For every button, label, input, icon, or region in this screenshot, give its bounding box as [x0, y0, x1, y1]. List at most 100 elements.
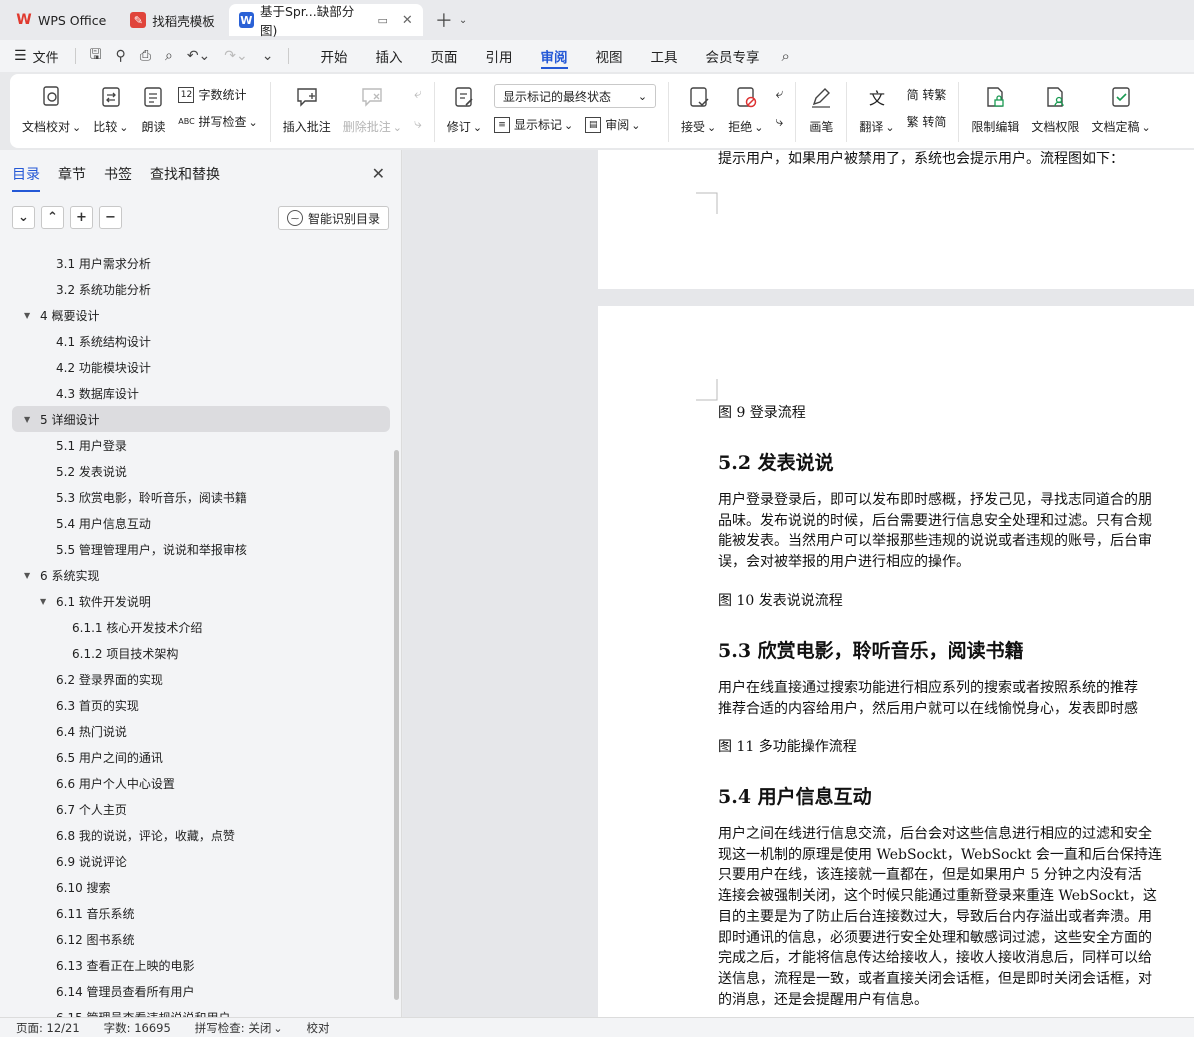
- redo-icon[interactable]: ↷⌄: [224, 48, 247, 64]
- word-count-icon: 12: [178, 86, 195, 103]
- translate-button[interactable]: 文 翻译: [853, 82, 900, 135]
- reject-button[interactable]: 拒绝: [722, 82, 769, 135]
- markup-state-select[interactable]: 显示标记的最终状态 ⌄: [494, 84, 657, 108]
- toc-item[interactable]: ▼ 4 概要设计: [12, 302, 390, 328]
- menu-review[interactable]: 审阅: [527, 40, 582, 72]
- expand-arrow-icon[interactable]: ▼: [24, 311, 34, 320]
- spell-check-button[interactable]: ABC 拼写检查: [178, 113, 257, 130]
- next-comment-icon[interactable]: ⤷: [414, 116, 422, 132]
- page-indicator[interactable]: 页面: 12/21: [16, 1020, 80, 1036]
- menu-start[interactable]: 开始: [307, 40, 362, 72]
- toc-item[interactable]: 4.2 功能模块设计: [12, 354, 390, 380]
- expand-arrow-icon[interactable]: ▼: [40, 597, 50, 606]
- toc-item[interactable]: 5.5 管理管理用户，说说和举报审核: [12, 536, 390, 562]
- compare-button[interactable]: 比较: [87, 82, 134, 135]
- translate-label: 翻译: [859, 118, 894, 135]
- toc-item[interactable]: 6.5 用户之间的通讯: [12, 744, 390, 770]
- toc-item[interactable]: ▼ 6 系统实现: [12, 562, 390, 588]
- close-icon[interactable]: ✕: [372, 164, 385, 183]
- toc-item[interactable]: 6.2 登录界面的实现: [12, 666, 390, 692]
- show-markup-button[interactable]: ≡ 显示标记: [494, 116, 573, 133]
- proofing-status[interactable]: 校对: [307, 1020, 330, 1036]
- toc-item[interactable]: ▼ 5 详细设计: [12, 406, 390, 432]
- toc-item[interactable]: 3.2 系统功能分析: [12, 276, 390, 302]
- toc-item[interactable]: 5.3 欣赏电影，聆听音乐，阅读书籍: [12, 484, 390, 510]
- accept-button[interactable]: 接受: [675, 82, 722, 135]
- restore-icon[interactable]: ▭: [378, 14, 388, 27]
- toc-item[interactable]: 3.1 用户需求分析: [12, 250, 390, 276]
- delete-comment-button[interactable]: 删除批注: [337, 82, 408, 135]
- expand-arrow-icon[interactable]: ▼: [24, 415, 34, 424]
- toc-item[interactable]: 6.6 用户个人中心设置: [12, 770, 390, 796]
- new-tab-button[interactable]: ＋ ⌄: [435, 7, 467, 33]
- tab-chapters[interactable]: 章节: [58, 164, 86, 192]
- docer-logo-icon: ✎: [130, 12, 147, 28]
- previous-comment-icon[interactable]: ⤶: [414, 86, 422, 102]
- undo-icon[interactable]: ↶⌄: [187, 48, 210, 64]
- save-icon[interactable]: 🖫: [90, 44, 102, 68]
- toc-item[interactable]: 5.2 发表说说: [12, 458, 390, 484]
- toc-item[interactable]: 6.1.2 项目技术架构: [12, 640, 390, 666]
- previous-change-icon[interactable]: ⤶: [776, 86, 784, 102]
- toc-item[interactable]: 6.8 我的说说，评论，收藏，点赞: [12, 822, 390, 848]
- toc-item[interactable]: 4.1 系统结构设计: [12, 328, 390, 354]
- expand-down-icon[interactable]: ⌄: [12, 206, 35, 229]
- doc-finalize-button[interactable]: 文档定稿: [1085, 82, 1156, 135]
- share-icon[interactable]: ⚲: [116, 48, 126, 64]
- word-count-button[interactable]: 12 字数统计: [178, 86, 257, 103]
- toc-item[interactable]: 6.11 音乐系统: [12, 900, 390, 926]
- toc-item[interactable]: ▼ 6.1 软件开发说明: [12, 588, 390, 614]
- to-simplified-button[interactable]: 繁 转简: [907, 113, 947, 130]
- read-aloud-button[interactable]: 朗读: [134, 82, 172, 135]
- menu-tools[interactable]: 工具: [637, 40, 692, 72]
- menu-member[interactable]: 会员专享: [692, 40, 774, 72]
- restrict-edit-button[interactable]: 限制编辑: [965, 82, 1025, 135]
- insert-comment-button[interactable]: 插入批注: [277, 82, 337, 135]
- menu-page[interactable]: 页面: [417, 40, 472, 72]
- doc-check-button[interactable]: 文档校对: [16, 82, 87, 135]
- add-icon[interactable]: +: [70, 206, 93, 229]
- file-menu-label: 文件: [32, 50, 59, 66]
- menu-reference[interactable]: 引用: [472, 40, 527, 72]
- toc-item[interactable]: 5.1 用户登录: [12, 432, 390, 458]
- tab-document[interactable]: W 基于Spr...缺部分图) ▭ ✕: [228, 4, 423, 38]
- spell-check-status[interactable]: 拼写检查: 关闭: [195, 1020, 283, 1036]
- tab-bookmarks[interactable]: 书签: [104, 164, 132, 192]
- toc-item[interactable]: 6.1.1 核心开发技术介绍: [12, 614, 390, 640]
- doc-permission-button[interactable]: 文档权限: [1025, 82, 1085, 135]
- toc-item[interactable]: 6.10 搜索: [12, 874, 390, 900]
- expand-arrow-icon[interactable]: ▼: [24, 571, 34, 580]
- toc-item[interactable]: 6.4 热门说说: [12, 718, 390, 744]
- tab-template[interactable]: ✎ 找稻壳模板: [120, 4, 225, 36]
- print-icon[interactable]: ⎙: [140, 48, 151, 64]
- track-changes-button[interactable]: 修订: [441, 82, 488, 135]
- toc-item[interactable]: 5.4 用户信息互动: [12, 510, 390, 536]
- pen-button[interactable]: 画笔: [802, 82, 840, 135]
- sidebar-scrollbar[interactable]: [394, 450, 399, 1000]
- tab-toc[interactable]: 目录: [12, 164, 40, 192]
- toc-item[interactable]: 6.13 查看正在上映的电影: [12, 952, 390, 978]
- toc-item[interactable]: 4.3 数据库设计: [12, 380, 390, 406]
- toc-item[interactable]: 6.12 图书系统: [12, 926, 390, 952]
- menu-insert[interactable]: 插入: [362, 40, 417, 72]
- to-traditional-button[interactable]: 简 转繁: [907, 86, 947, 103]
- tab-find-replace[interactable]: 查找和替换: [150, 164, 220, 192]
- next-change-icon[interactable]: ⤷: [776, 114, 784, 130]
- print-preview-icon[interactable]: ⌕: [165, 48, 173, 64]
- toc-item[interactable]: 6.14 管理员查看所有用户: [12, 978, 390, 1004]
- toc-item[interactable]: 6.9 说说评论: [12, 848, 390, 874]
- word-count-indicator[interactable]: 字数: 16695: [104, 1020, 171, 1036]
- file-menu[interactable]: ☰ 文件: [14, 47, 59, 66]
- close-tab-icon[interactable]: ✕: [402, 13, 413, 28]
- more-icon[interactable]: ⌄: [262, 48, 274, 64]
- remove-icon[interactable]: −: [99, 206, 122, 229]
- menu-view[interactable]: 视图: [582, 40, 637, 72]
- toc-item[interactable]: 6.7 个人主页: [12, 796, 390, 822]
- tab-wps-office[interactable]: W WPS Office: [6, 4, 116, 36]
- change-nav: ⤶ ⤷: [770, 82, 790, 130]
- collapse-up-icon[interactable]: ⌃: [41, 206, 64, 229]
- review-pane-button[interactable]: ▤ 审阅: [585, 116, 640, 133]
- search-icon[interactable]: ⌕: [782, 47, 790, 65]
- toc-item[interactable]: 6.3 首页的实现: [12, 692, 390, 718]
- smart-toc-button[interactable]: ⁓ 智能识别目录: [277, 206, 389, 230]
